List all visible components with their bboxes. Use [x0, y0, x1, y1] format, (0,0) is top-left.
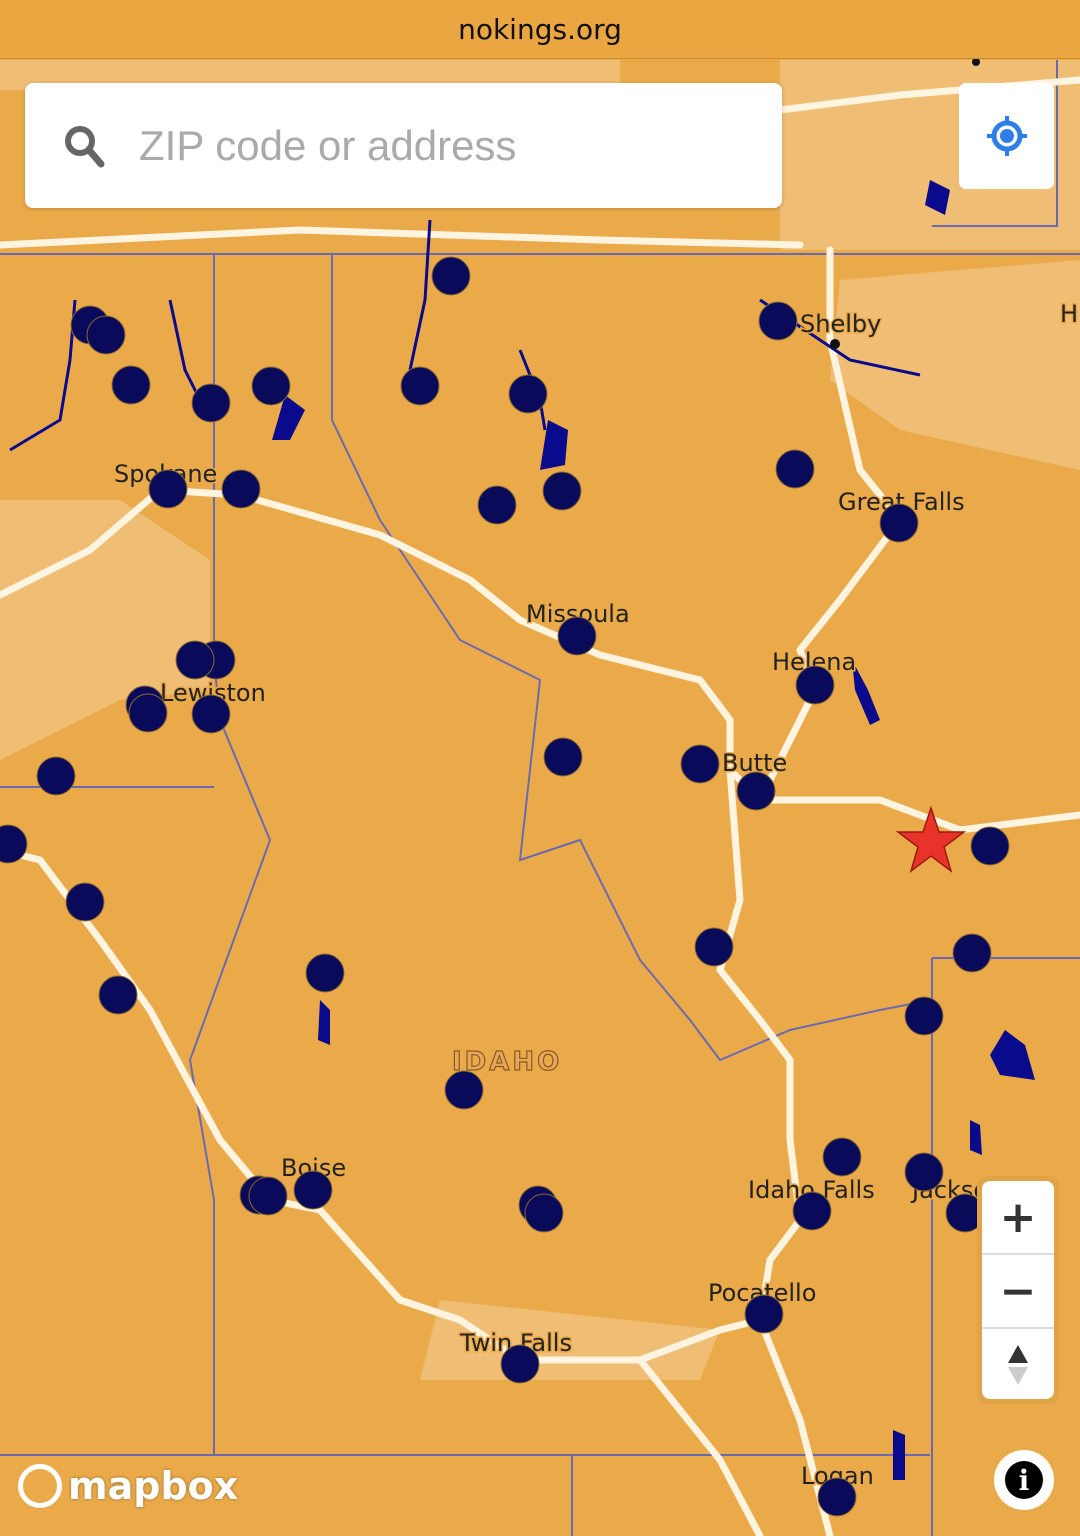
event-marker[interactable] [524, 1193, 564, 1233]
url-text: nokings.org [458, 12, 622, 46]
event-marker[interactable] [744, 1294, 784, 1334]
event-marker[interactable] [148, 469, 188, 509]
event-marker[interactable] [879, 503, 919, 543]
zip-address-input[interactable] [137, 120, 721, 171]
event-marker[interactable] [111, 365, 151, 405]
event-marker[interactable] [904, 1152, 944, 1192]
event-marker[interactable] [175, 640, 215, 680]
event-marker[interactable] [191, 694, 231, 734]
city-label-shelby: Shelby [800, 310, 881, 338]
city-dot-shelby [830, 339, 840, 349]
event-marker[interactable] [680, 744, 720, 784]
event-marker[interactable] [500, 1344, 540, 1384]
event-marker[interactable] [775, 449, 815, 489]
search-icon [65, 125, 105, 167]
map-navigation-control: + − [977, 1176, 1059, 1404]
event-marker[interactable] [508, 374, 548, 414]
compass-icon [1008, 1345, 1028, 1385]
event-marker[interactable] [758, 301, 798, 341]
event-marker[interactable] [191, 383, 231, 423]
mapbox-logo-text: mapbox [68, 1464, 239, 1508]
event-marker[interactable] [293, 1170, 333, 1210]
info-icon: i [1005, 1461, 1043, 1499]
event-marker[interactable] [970, 826, 1010, 866]
event-marker[interactable] [248, 1176, 288, 1216]
event-marker[interactable] [36, 756, 76, 796]
event-marker[interactable] [795, 665, 835, 705]
event-marker[interactable] [251, 366, 291, 406]
event-marker[interactable] [542, 471, 582, 511]
event-marker[interactable] [817, 1477, 857, 1517]
mapbox-logo-icon [18, 1464, 62, 1508]
event-marker[interactable] [792, 1191, 832, 1231]
crosshair-location-icon [986, 116, 1027, 156]
event-marker[interactable] [305, 953, 345, 993]
compass-button[interactable] [982, 1329, 1054, 1399]
locate-me-button[interactable] [959, 83, 1054, 189]
event-marker[interactable] [86, 315, 126, 355]
event-marker[interactable] [952, 933, 992, 973]
event-marker[interactable] [431, 256, 471, 296]
browser-url-bar[interactable]: nokings.org [0, 0, 1080, 59]
event-marker[interactable] [557, 616, 597, 656]
event-marker[interactable] [221, 469, 261, 509]
event-marker[interactable] [904, 996, 944, 1036]
event-marker[interactable] [543, 737, 583, 777]
map-canvas[interactable]: Shelby Great Falls Spokane Missoula Hele… [0, 59, 1080, 1536]
event-marker[interactable] [477, 485, 517, 525]
event-marker[interactable] [694, 927, 734, 967]
city-label-partial: H [1060, 300, 1078, 328]
event-marker[interactable] [400, 366, 440, 406]
event-marker[interactable] [65, 882, 105, 922]
event-marker[interactable] [98, 975, 138, 1015]
zoom-out-button[interactable]: − [982, 1255, 1054, 1329]
mapbox-logo[interactable]: mapbox [18, 1464, 238, 1508]
attribution-info-button[interactable]: i [994, 1450, 1054, 1510]
search-box[interactable] [25, 83, 782, 208]
current-location-star[interactable] [895, 805, 967, 873]
event-marker[interactable] [822, 1137, 862, 1177]
event-marker[interactable] [736, 771, 776, 811]
event-marker[interactable] [444, 1070, 484, 1110]
zoom-in-button[interactable]: + [982, 1181, 1054, 1255]
event-marker[interactable] [128, 693, 168, 733]
